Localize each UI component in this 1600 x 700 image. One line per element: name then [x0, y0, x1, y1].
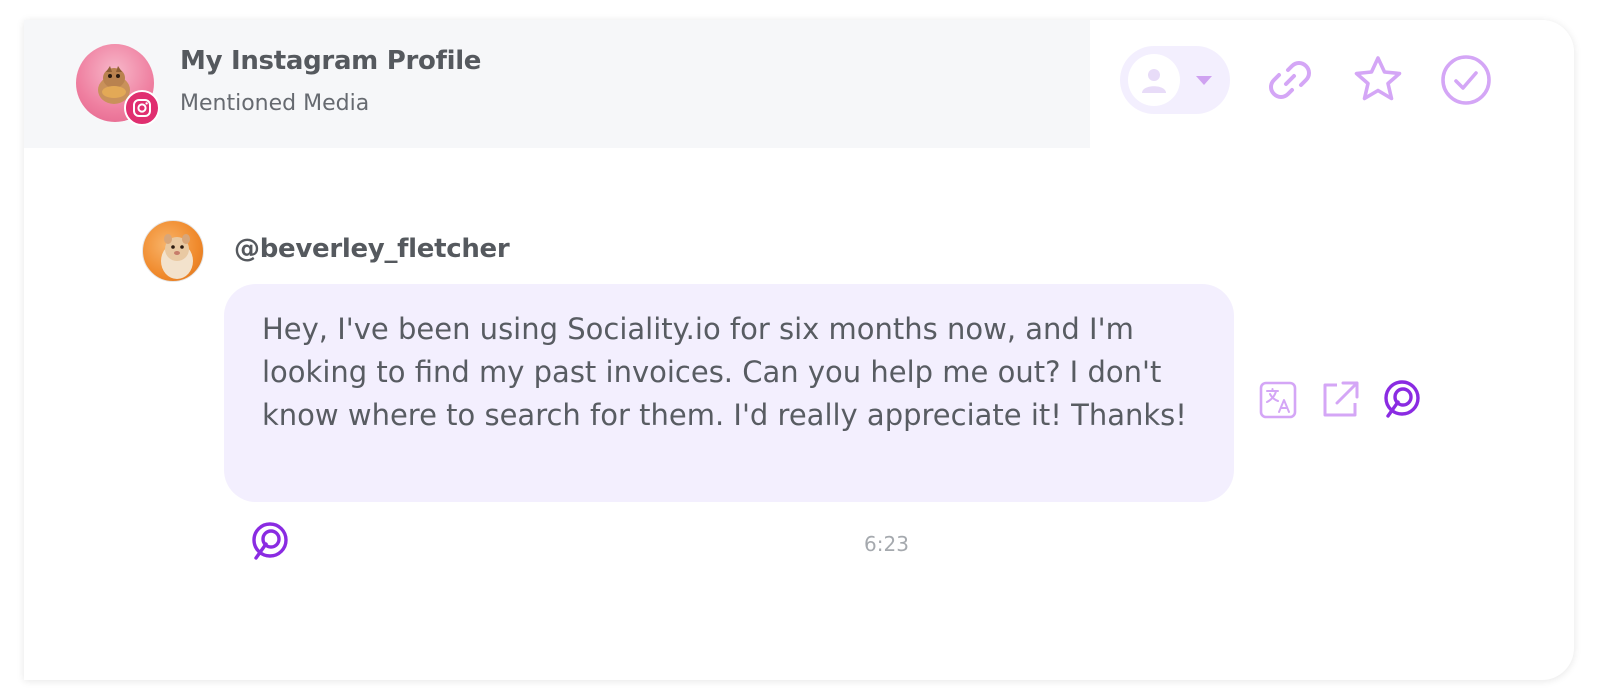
- message-timestamp: 6:23: [864, 532, 909, 556]
- mark-done-button[interactable]: [1436, 50, 1496, 110]
- sociality-icon: [246, 518, 294, 566]
- open-external-button[interactable]: [1316, 376, 1364, 424]
- hamster-avatar: [142, 220, 204, 282]
- link-icon: [1269, 61, 1311, 99]
- message-card: My Instagram Profile Mentioned Media @be…: [24, 20, 1574, 680]
- message-bubble: Hey, I've been using Sociality.io for si…: [224, 284, 1234, 502]
- link-button[interactable]: [1260, 50, 1320, 110]
- sociality-logo-icon: [252, 522, 288, 560]
- profile-subtitle: Mentioned Media: [180, 91, 370, 116]
- translate-button[interactable]: [1254, 376, 1302, 424]
- instagram-icon: [124, 90, 160, 126]
- user-icon: [1128, 54, 1180, 106]
- open-external-icon: [1323, 381, 1359, 417]
- hamster-icon: [161, 234, 193, 279]
- profile-avatar: [76, 44, 160, 128]
- message-text: Hey, I've been using Sociality.io for si…: [262, 312, 1187, 432]
- message-author[interactable]: @beverley_fletcher: [234, 234, 510, 264]
- check-circle-icon: [1441, 55, 1491, 105]
- sociality-button[interactable]: [1378, 376, 1426, 424]
- header-background: [24, 20, 1090, 148]
- assign-user-dropdown[interactable]: [1120, 46, 1230, 114]
- profile-title: My Instagram Profile: [180, 46, 482, 76]
- translate-icon: [1259, 381, 1297, 419]
- favorite-button[interactable]: [1348, 50, 1408, 110]
- caret-down-icon: [1196, 75, 1212, 85]
- star-icon: [1354, 56, 1402, 101]
- sociality-icon: [1384, 380, 1420, 418]
